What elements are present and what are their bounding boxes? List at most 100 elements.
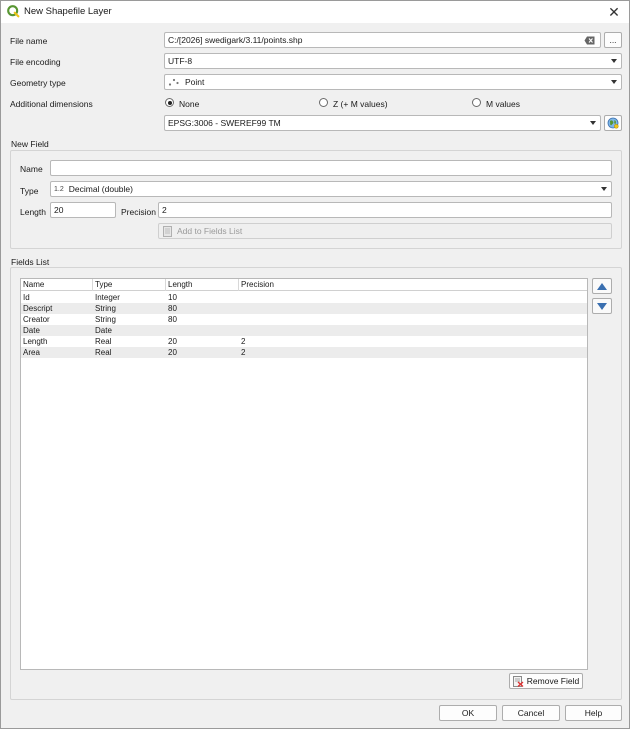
close-button[interactable]: ✕ (605, 3, 623, 21)
globe-crs-icon (607, 117, 619, 129)
fields-table[interactable]: Name Type Length Precision Id Integer 10… (20, 278, 588, 670)
field-type-select[interactable]: 1.2 Decimal (double) (50, 181, 612, 197)
add-field-icon (163, 225, 172, 237)
cell-precision (239, 292, 241, 303)
field-precision-value: 2 (162, 205, 167, 215)
field-type-label: Type (20, 186, 39, 196)
remove-field-label: Remove Field (526, 676, 580, 686)
dim-m-radio[interactable] (472, 98, 481, 107)
file-name-label: File name (10, 36, 48, 46)
cell-precision (239, 314, 241, 325)
cell-length: 80 (168, 304, 177, 313)
cell-name: Descript (23, 304, 53, 313)
dim-none-radio[interactable] (165, 98, 174, 107)
cell-name: Creator (23, 315, 50, 324)
cell-length: 10 (168, 293, 177, 302)
table-row[interactable]: Area Real 20 2 (21, 347, 587, 358)
fields-list-title: Fields List (11, 257, 50, 267)
cell-name: Date (23, 326, 40, 335)
field-length-input[interactable]: 20 (50, 202, 116, 218)
help-label: Help (584, 708, 603, 718)
field-length-value: 20 (54, 205, 64, 215)
title-bar: New Shapefile Layer ✕ (1, 1, 629, 23)
dim-m-label[interactable]: M values (486, 99, 520, 109)
table-row[interactable]: Descript String 80 (21, 303, 587, 314)
arrow-down-icon (597, 302, 607, 310)
field-length-label: Length (20, 207, 46, 217)
cell-name: Id (23, 293, 30, 302)
dim-z-label[interactable]: Z (+ M values) (333, 99, 388, 109)
cell-name: Area (23, 348, 40, 357)
cell-type: String (95, 315, 116, 324)
cell-length: 80 (168, 315, 177, 324)
browse-label: ... (609, 35, 617, 45)
field-name-label: Name (20, 164, 43, 174)
cell-name: Length (23, 337, 48, 346)
geometry-type-select[interactable]: Point (164, 74, 622, 90)
add-to-fields-list-button[interactable]: Add to Fields List (158, 223, 612, 239)
column-header-type[interactable]: Type (93, 279, 166, 291)
table-row[interactable]: Length Real 20 2 (21, 336, 587, 347)
remove-field-icon (512, 675, 524, 687)
cell-precision (239, 303, 241, 314)
new-shapefile-layer-dialog: New Shapefile Layer ✕ File name C:/[2026… (0, 0, 630, 729)
file-encoding-value: UTF-8 (168, 56, 193, 66)
file-encoding-select[interactable]: UTF-8 (164, 53, 622, 69)
crs-value: EPSG:3006 - SWEREF99 TM (168, 118, 281, 128)
cell-type: String (95, 304, 116, 313)
geometry-type-value: Point (185, 77, 205, 87)
chevron-down-icon (611, 59, 617, 63)
field-precision-label: Precision (121, 207, 156, 217)
cancel-button[interactable]: Cancel (502, 705, 560, 721)
cell-length (166, 325, 168, 336)
table-row[interactable]: Date Date (21, 325, 587, 336)
window-title: New Shapefile Layer (24, 6, 112, 17)
cell-length: 20 (168, 337, 177, 346)
cell-type: Date (95, 326, 112, 335)
geometry-type-label: Geometry type (10, 78, 66, 88)
ok-label: OK (461, 708, 475, 718)
file-name-value: C:/[2026] swedigark/3.11/points.shp (168, 35, 303, 45)
cancel-label: Cancel (517, 708, 545, 718)
remove-field-button[interactable]: Remove Field (509, 673, 583, 689)
chevron-down-icon (611, 80, 617, 84)
fields-list-group: Name Type Length Precision Id Integer 10… (10, 267, 622, 700)
point-geometry-icon (168, 78, 179, 86)
field-name-input[interactable] (50, 160, 612, 176)
new-field-group: Name Type 1.2 Decimal (double) Length 20… (10, 150, 622, 249)
column-header-precision[interactable]: Precision (239, 279, 587, 291)
arrow-up-icon (597, 282, 607, 290)
cell-type: Integer (95, 293, 120, 302)
field-precision-input[interactable]: 2 (158, 202, 612, 218)
cell-type: Real (95, 348, 112, 357)
move-field-up-button[interactable] (592, 278, 612, 294)
additional-dimensions-label: Additional dimensions (10, 99, 93, 109)
clear-text-icon[interactable] (584, 36, 595, 45)
close-icon: ✕ (608, 3, 620, 20)
field-type-value: Decimal (double) (68, 184, 133, 194)
cell-precision (239, 325, 241, 336)
table-row[interactable]: Id Integer 10 (21, 292, 587, 303)
fields-table-header: Name Type Length Precision (21, 279, 587, 291)
select-crs-button[interactable] (604, 115, 622, 131)
help-button[interactable]: Help (565, 705, 622, 721)
qgis-logo-icon (7, 5, 20, 18)
chevron-down-icon (590, 121, 596, 125)
dim-z-radio[interactable] (319, 98, 328, 107)
cell-precision: 2 (241, 337, 246, 346)
file-encoding-label: File encoding (10, 57, 61, 67)
cell-precision: 2 (241, 348, 246, 357)
decimal-type-icon: 1.2 (54, 185, 64, 193)
crs-select[interactable]: EPSG:3006 - SWEREF99 TM (164, 115, 601, 131)
browse-button[interactable]: ... (604, 32, 622, 48)
ok-button[interactable]: OK (439, 705, 497, 721)
column-header-length[interactable]: Length (166, 279, 239, 291)
table-row[interactable]: Creator String 80 (21, 314, 587, 325)
new-field-title: New Field (11, 139, 49, 149)
chevron-down-icon (601, 187, 607, 191)
dim-none-label[interactable]: None (179, 99, 199, 109)
cell-type: Real (95, 337, 112, 346)
move-field-down-button[interactable] (592, 298, 612, 314)
column-header-name[interactable]: Name (21, 279, 93, 291)
file-name-input[interactable]: C:/[2026] swedigark/3.11/points.shp (164, 32, 601, 48)
